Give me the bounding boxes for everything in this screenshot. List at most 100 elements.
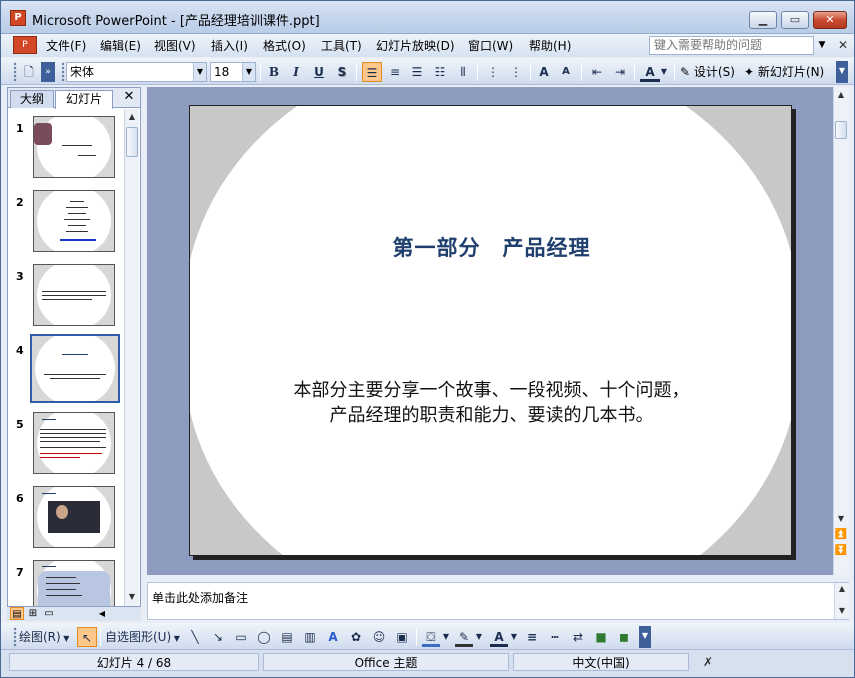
shadow-style-icon[interactable]: ■ (592, 627, 610, 647)
numbered-list-icon[interactable]: ⋮ (483, 62, 503, 82)
fill-color-dropdown-icon[interactable]: ▼ (441, 627, 451, 647)
menu-file[interactable]: 文件(F) (43, 37, 89, 55)
decrease-indent-icon[interactable]: ⇤ (587, 62, 607, 82)
line-color-icon[interactable]: ✎ (455, 627, 473, 647)
menu-slideshow[interactable]: 幻灯片放映(D) (373, 37, 458, 55)
font-size-select[interactable]: 18 ▼ (210, 62, 256, 82)
scroll-thumb[interactable] (835, 121, 847, 139)
slide-thumbnail[interactable]: 6 (8, 486, 124, 552)
slideshow-view-icon[interactable]: ▭ (42, 607, 56, 620)
menu-edit[interactable]: 编辑(E) (97, 37, 144, 55)
menu-help[interactable]: 帮助(H) (526, 37, 574, 55)
chevron-down-icon[interactable]: ▼ (193, 63, 206, 81)
textbox-tool-icon[interactable]: ▤ (278, 627, 296, 647)
arrow-style-icon[interactable]: ⇄ (569, 627, 587, 647)
slide-scrollbar[interactable]: ▲ ▼ ⏫ ⏬ (833, 87, 849, 575)
notes-placeholder[interactable]: 单击此处添加备注 (152, 589, 248, 606)
spelling-check-icon[interactable]: ✗ (693, 653, 723, 671)
scroll-up-icon[interactable]: ▲ (125, 109, 139, 124)
notes-scrollbar[interactable]: ▲ ▼ (834, 583, 849, 619)
menu-view[interactable]: 视图(V) (151, 37, 199, 55)
font-color-dropdown-icon[interactable]: ▼ (509, 627, 519, 647)
toolbar-grip[interactable] (61, 62, 65, 82)
tab-slides[interactable]: 幻灯片 (55, 90, 113, 109)
slide-sorter-icon[interactable]: ⊞ (26, 607, 40, 620)
shadow-button[interactable]: S (332, 62, 352, 82)
toolbar-options-icon[interactable]: » (41, 62, 55, 82)
design-button[interactable]: ✎ 设计(S) (680, 62, 735, 82)
powerpoint-app-icon[interactable]: P (10, 10, 26, 26)
vertical-textbox-icon[interactable]: ▥ (301, 627, 319, 647)
increase-indent-icon[interactable]: ⇥ (610, 62, 630, 82)
wordart-icon[interactable]: A (324, 627, 342, 647)
slide-thumbnail[interactable]: 5 (8, 412, 124, 478)
menu-insert[interactable]: 插入(I) (208, 37, 251, 55)
slide-preview[interactable] (33, 264, 115, 326)
slide-preview[interactable] (33, 190, 115, 252)
scroll-up-icon[interactable]: ▲ (835, 583, 849, 595)
document-close-icon[interactable]: ✕ (837, 38, 849, 52)
menu-tools[interactable]: 工具(T) (318, 37, 365, 55)
normal-view-icon[interactable]: ▤ (10, 607, 24, 620)
toolbar-grip[interactable] (13, 62, 17, 82)
previous-slide-icon[interactable]: ⏫ (834, 527, 848, 542)
toolbar-more-icon[interactable]: ▼ (836, 61, 848, 83)
next-slide-icon[interactable]: ⏬ (834, 543, 848, 558)
diagram-icon[interactable]: ✿ (347, 627, 365, 647)
new-slide-button[interactable]: ✦ 新幻灯片(N) (744, 62, 824, 82)
scroll-down-icon[interactable]: ▼ (125, 589, 139, 604)
3d-style-icon[interactable]: ◼ (615, 627, 633, 647)
font-color-icon[interactable]: A (490, 627, 508, 647)
slide-preview[interactable] (33, 560, 115, 606)
font-color-icon[interactable]: A (640, 62, 660, 82)
slide-thumbnail[interactable]: 7 (8, 560, 124, 606)
font-color-dropdown-icon[interactable]: ▼ (658, 62, 670, 82)
help-dropdown-icon[interactable]: ▼ (816, 38, 828, 52)
scroll-left-icon[interactable]: ◀ (95, 607, 109, 620)
line-style-icon[interactable]: ≡ (523, 627, 541, 647)
scroll-thumb[interactable] (126, 127, 138, 157)
slide-thumbnail[interactable]: 1 (8, 116, 124, 182)
underline-button[interactable]: U (309, 62, 329, 82)
slide-preview[interactable] (33, 412, 115, 474)
select-pointer-icon[interactable]: ↖ (77, 627, 97, 647)
notes-pane[interactable]: 单击此处添加备注 ▲ ▼ (147, 582, 849, 620)
menu-format[interactable]: 格式(O) (260, 37, 309, 55)
slide-thumbnail[interactable]: 2 (8, 190, 124, 256)
align-center-icon[interactable]: ≡ (385, 62, 405, 82)
grow-font-icon[interactable]: A (534, 62, 554, 82)
help-search-input[interactable]: 键入需要帮助的问题 (649, 36, 814, 55)
font-name-select[interactable]: 宋体 ▼ (66, 62, 207, 82)
slide-body-text[interactable]: 本部分主要分享一个故事、一段视频、十个问题， 产品经理的职责和能力、要读的几本书… (250, 378, 733, 428)
autoshapes-menu-button[interactable]: 自选图形(U) ▼ (105, 627, 185, 647)
scroll-up-icon[interactable]: ▲ (834, 87, 848, 102)
new-document-icon[interactable]: 🗋 (19, 62, 39, 82)
slide-thumbnail[interactable]: 3 (8, 264, 124, 330)
minimize-button[interactable]: ▁ (749, 11, 777, 29)
maximize-button[interactable]: ▭ (781, 11, 809, 29)
bulleted-list-icon[interactable]: ⋮ (506, 62, 526, 82)
scroll-down-icon[interactable]: ▼ (834, 511, 848, 526)
slide-preview[interactable] (33, 116, 115, 178)
line-color-dropdown-icon[interactable]: ▼ (474, 627, 484, 647)
draw-menu-button[interactable]: 绘图(R) ▼ (19, 627, 75, 647)
rectangle-tool-icon[interactable]: ▭ (232, 627, 250, 647)
shrink-font-icon[interactable]: A (556, 62, 576, 82)
insert-picture-icon[interactable]: ▣ (393, 627, 411, 647)
scroll-down-icon[interactable]: ▼ (835, 605, 849, 617)
thumbnail-scrollbar[interactable]: ▲ ▼ (124, 109, 139, 606)
close-panel-icon[interactable]: ✕ (122, 89, 136, 105)
slide-title[interactable]: 第一部分 产品经理 (190, 232, 791, 262)
close-button[interactable]: ✕ (813, 11, 847, 29)
oval-tool-icon[interactable]: ◯ (255, 627, 273, 647)
align-left-button[interactable]: ☰ (362, 62, 382, 82)
slide-thumbnail-selected[interactable]: 4 (8, 334, 124, 404)
toolbar-grip[interactable] (13, 627, 17, 647)
bold-button[interactable]: B (264, 62, 284, 82)
menu-window[interactable]: 窗口(W) (465, 37, 516, 55)
align-right-icon[interactable]: ☰ (407, 62, 427, 82)
chevron-down-icon[interactable]: ▼ (242, 63, 255, 81)
justify-icon[interactable]: ☷ (430, 62, 450, 82)
arrow-tool-icon[interactable]: ↘ (209, 627, 227, 647)
fill-color-icon[interactable]: ⛋ (422, 627, 440, 647)
